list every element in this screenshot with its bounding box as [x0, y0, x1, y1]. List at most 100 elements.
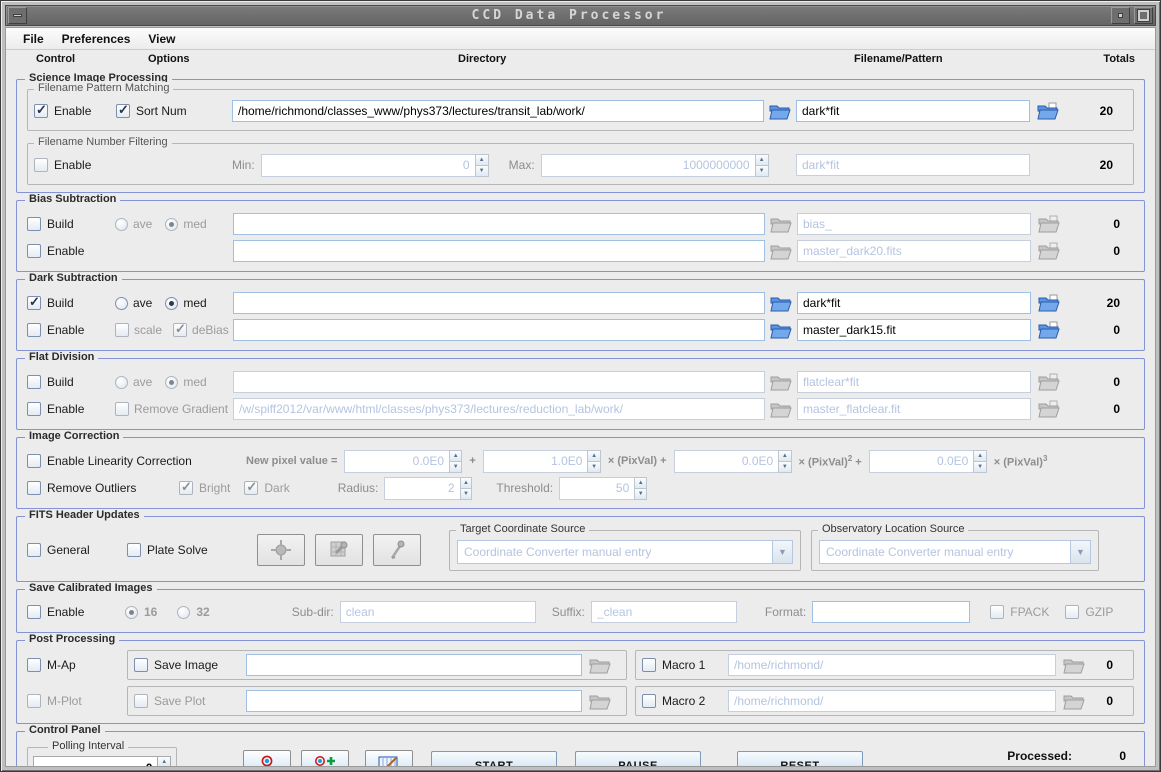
bias-pattern-field[interactable]: [797, 213, 1031, 235]
coeff0-spinner[interactable]: ▲▼: [344, 450, 462, 473]
save-plot-field[interactable]: [246, 690, 582, 712]
threshold-down-icon[interactable]: ▼: [635, 488, 646, 499]
coeff0-up-icon[interactable]: ▲: [450, 451, 461, 461]
pause-button[interactable]: PAUSE: [575, 751, 701, 767]
coeff2-field[interactable]: [674, 450, 779, 473]
clean-button[interactable]: [365, 750, 413, 767]
dark-build-dir-folder-icon[interactable]: [769, 294, 793, 313]
mplot-checkbox[interactable]: [27, 694, 41, 708]
polling-spinner[interactable]: ▲▼: [33, 756, 171, 767]
bias-master-field[interactable]: [797, 240, 1031, 262]
max-field[interactable]: [541, 154, 755, 177]
flat-pattern-field[interactable]: [797, 371, 1031, 393]
coeff2-up-icon[interactable]: ▲: [779, 451, 790, 461]
obs-source-combo[interactable]: Coordinate Converter manual entry ▼: [819, 540, 1091, 564]
coeff2-spinner[interactable]: ▲▼: [674, 450, 792, 473]
radius-down-icon[interactable]: ▼: [461, 488, 472, 499]
sort-num-checkbox[interactable]: [116, 104, 130, 118]
flat-med-radio[interactable]: [165, 376, 178, 389]
filter-enable-checkbox[interactable]: [34, 158, 48, 172]
save-image-checkbox[interactable]: [134, 658, 148, 672]
threshold-spinner[interactable]: ▲▼: [559, 477, 647, 500]
bias-build-dir-field[interactable]: [233, 213, 765, 235]
obs-combo-arrow-icon[interactable]: ▼: [1070, 541, 1090, 563]
format-field[interactable]: [812, 601, 970, 623]
flat-enable-dir-field[interactable]: [233, 398, 765, 420]
bias-master-folder-icon[interactable]: [1037, 242, 1061, 261]
save-plot-checkbox[interactable]: [134, 694, 148, 708]
dark-pattern-field[interactable]: [797, 292, 1031, 314]
save-enable-checkbox[interactable]: [27, 605, 41, 619]
macro1-checkbox[interactable]: [642, 658, 656, 672]
flat-enable-dir-folder-icon[interactable]: [769, 400, 793, 419]
add-remove-markers-button[interactable]: [301, 750, 349, 767]
browse-file-folder-icon[interactable]: [1036, 102, 1060, 121]
filter-pattern-field[interactable]: [796, 154, 1030, 176]
coeff3-up-icon[interactable]: ▲: [974, 451, 985, 461]
coeff1-up-icon[interactable]: ▲: [588, 451, 599, 461]
bias-build-dir-folder-icon[interactable]: [769, 215, 793, 234]
fpack-checkbox[interactable]: [990, 605, 1004, 619]
fits-general-checkbox[interactable]: [27, 543, 41, 557]
menu-file[interactable]: File: [14, 30, 53, 48]
radius-field[interactable]: [384, 477, 459, 500]
suffix-field[interactable]: [591, 601, 737, 623]
save-image-field[interactable]: [246, 654, 582, 676]
threshold-field[interactable]: [559, 477, 634, 500]
maximize-button[interactable]: [1134, 7, 1153, 24]
dark-enable-dir-field[interactable]: [233, 319, 765, 341]
subdir-field[interactable]: [340, 601, 536, 623]
max-spinner-down-icon[interactable]: ▼: [756, 165, 768, 176]
pattern-enable-checkbox[interactable]: [34, 104, 48, 118]
threshold-up-icon[interactable]: ▲: [635, 478, 646, 488]
coeff2-down-icon[interactable]: ▼: [779, 461, 790, 472]
remove-gradient-checkbox[interactable]: [115, 402, 129, 416]
flat-master-field[interactable]: [797, 398, 1031, 420]
bias-pattern-folder-icon[interactable]: [1037, 215, 1061, 234]
bias-enable-dir-folder-icon[interactable]: [769, 242, 793, 261]
coeff3-field[interactable]: [869, 450, 974, 473]
flat-enable-checkbox[interactable]: [27, 402, 41, 416]
radius-spinner[interactable]: ▲▼: [384, 477, 472, 500]
coeff1-spinner[interactable]: ▲▼: [483, 450, 601, 473]
flat-build-checkbox[interactable]: [27, 375, 41, 389]
menu-view[interactable]: View: [139, 30, 184, 48]
start-button[interactable]: START: [431, 751, 557, 767]
coeff0-down-icon[interactable]: ▼: [450, 461, 461, 472]
macro2-folder-icon[interactable]: [1062, 692, 1086, 711]
science-directory-field[interactable]: [232, 100, 764, 122]
menu-preferences[interactable]: Preferences: [53, 30, 140, 48]
min-spinner-up-icon[interactable]: ▲: [476, 155, 488, 165]
target-button[interactable]: [257, 534, 305, 566]
radius-up-icon[interactable]: ▲: [461, 478, 472, 488]
title-bar[interactable]: CCD Data Processor: [5, 5, 1156, 26]
window-menu-button[interactable]: [8, 7, 27, 24]
dark-build-dir-field[interactable]: [233, 292, 765, 314]
min-spinner[interactable]: ▲▼: [261, 154, 489, 177]
dark-enable-dir-folder-icon[interactable]: [769, 321, 793, 340]
flat-master-folder-icon[interactable]: [1037, 400, 1061, 419]
dark-master-folder-icon[interactable]: [1037, 321, 1061, 340]
min-field[interactable]: [261, 154, 475, 177]
coeff0-field[interactable]: [344, 450, 449, 473]
iconify-button[interactable]: [1111, 7, 1130, 24]
flat-build-dir-field[interactable]: [233, 371, 765, 393]
macro2-checkbox[interactable]: [642, 694, 656, 708]
map-checkbox[interactable]: [27, 658, 41, 672]
dark-outlier-checkbox[interactable]: [244, 481, 258, 495]
max-spinner[interactable]: ▲▼: [541, 154, 769, 177]
flat-pattern-folder-icon[interactable]: [1037, 373, 1061, 392]
save-image-folder-icon[interactable]: [588, 656, 612, 675]
plate-solve-checkbox[interactable]: [127, 543, 141, 557]
dark-scale-checkbox[interactable]: [115, 323, 129, 337]
gzip-checkbox[interactable]: [1065, 605, 1079, 619]
flat-ave-radio[interactable]: [115, 376, 128, 389]
target-combo-arrow-icon[interactable]: ▼: [772, 541, 792, 563]
macro1-folder-icon[interactable]: [1062, 656, 1086, 675]
linearity-checkbox[interactable]: [27, 454, 41, 468]
dark-master-field[interactable]: [797, 319, 1031, 341]
bias-ave-radio[interactable]: [115, 218, 128, 231]
dark-med-radio[interactable]: [165, 297, 178, 310]
dark-enable-checkbox[interactable]: [27, 323, 41, 337]
science-pattern-field[interactable]: [796, 100, 1030, 122]
